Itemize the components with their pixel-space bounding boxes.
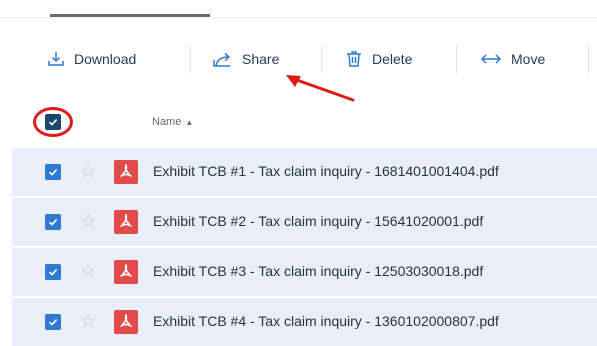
arrow-annotation bbox=[286, 75, 355, 102]
